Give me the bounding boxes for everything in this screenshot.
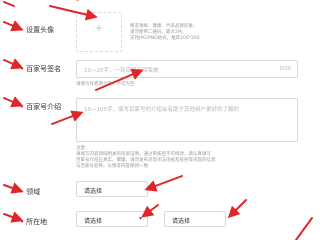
- nickname-placeholder: 10—20字，一到百家千回我被: [84, 68, 159, 74]
- city-select[interactable]: 请选择: [164, 211, 226, 227]
- arrow-to-location-label: [3, 211, 24, 223]
- avatar-label: • 设置头像: [20, 26, 55, 34]
- location-label: • 所在地: [20, 218, 48, 226]
- top-hint: *: [76, 0, 80, 5]
- intro-hint: 注意： 请填写内容领域相关的资质证明，通过审核后不可修改，请认真填写 百家号介绍…: [76, 146, 216, 169]
- domain-label: • 领域: [20, 188, 41, 196]
- province-select[interactable]: 请选择 ▾: [76, 211, 148, 227]
- domain-select[interactable]: 请选择: [76, 181, 148, 197]
- domain-select-value: 请选择: [84, 188, 103, 195]
- nickname-counter: 0/20: [279, 66, 291, 72]
- arrow-left-top: [3, 1, 15, 7]
- arrow-to-nickname-label: [3, 58, 24, 70]
- intro-placeholder: 10—100字，填写百家号的介绍会有助于其他用户更好的了解你: [84, 107, 239, 113]
- arrow-to-intro-textarea: [51, 110, 84, 125]
- nickname-input[interactable]: 10—20字，一到百家千回我被 0/20: [76, 60, 298, 78]
- nickname-hint: 请填写作者简介等，不可为空: [76, 82, 135, 87]
- arrow-to-avatar-label: [3, 20, 24, 32]
- avatar-hint: 要求清晰、健康、代表品牌形象， 请勿使用二维码，最大2M， 支持JPG/PNG格…: [130, 24, 200, 41]
- city-select-value: 请选择: [172, 218, 191, 225]
- province-select-value: 请选择: [84, 218, 103, 225]
- arrow-bottom-right: [295, 217, 313, 240]
- avatar-upload[interactable]: +: [76, 12, 122, 52]
- nickname-label: • 百家号签名: [20, 65, 62, 73]
- plus-icon: +: [94, 23, 104, 34]
- chevron-down-icon: ▾: [138, 215, 142, 222]
- arrow-to-domain-label: [3, 182, 24, 194]
- intro-textarea[interactable]: 10—100字，填写百家号的介绍会有助于其他用户更好的了解你: [76, 98, 298, 142]
- arrow-to-domain-select: [144, 175, 183, 192]
- arrow-to-city-select: [227, 199, 247, 219]
- intro-label: • 百家号介绍: [20, 103, 62, 111]
- arrow-to-intro-label: [3, 96, 24, 108]
